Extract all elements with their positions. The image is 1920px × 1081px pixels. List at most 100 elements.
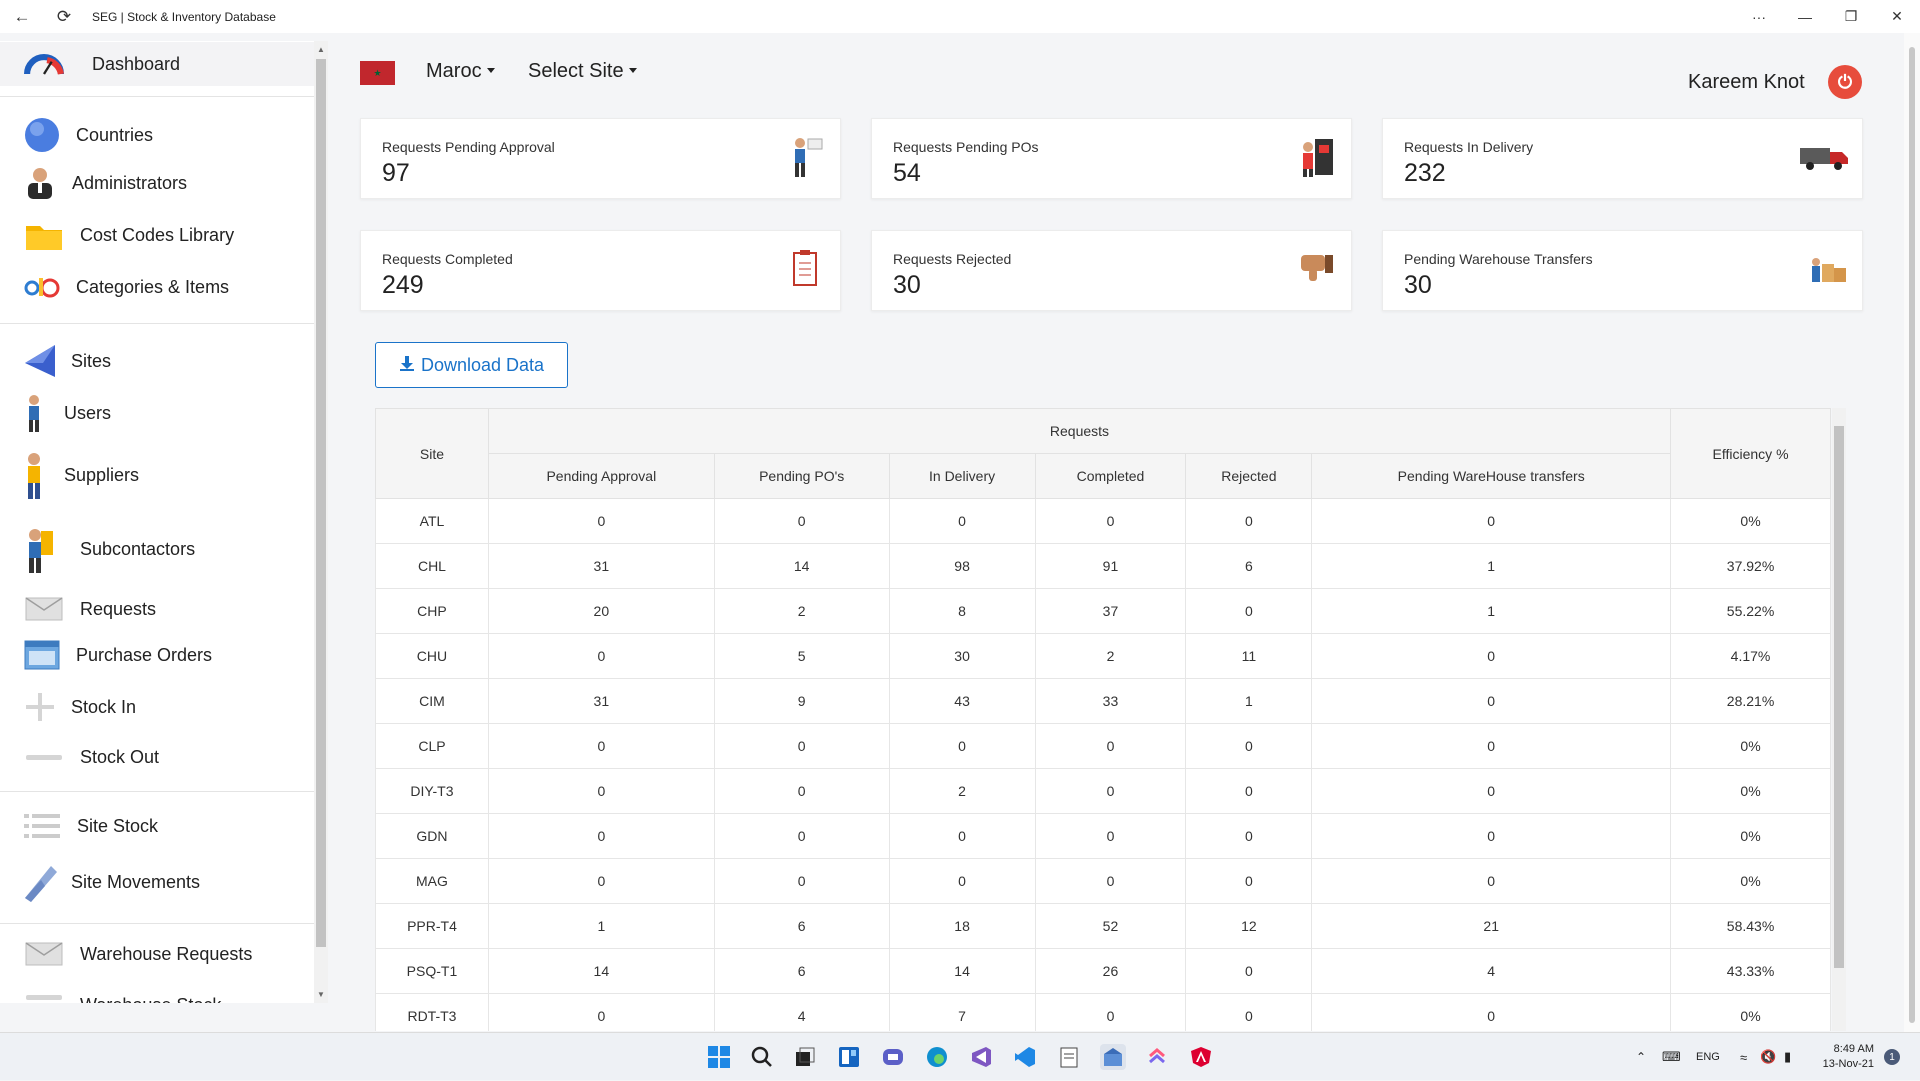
sidebar-item-site-movements[interactable]: Site Movements bbox=[0, 859, 314, 905]
card-rejected[interactable]: Requests Rejected 30 bbox=[871, 230, 1352, 311]
notepad-icon[interactable] bbox=[1056, 1044, 1082, 1070]
card-label: Requests Completed bbox=[382, 251, 513, 267]
search-icon[interactable] bbox=[749, 1044, 775, 1070]
table-cell: 0 bbox=[1034, 498, 1187, 544]
table-row: DIY-T3 0 0 2 0 0 0 0% bbox=[375, 768, 1831, 814]
sidebar-item-label: Sites bbox=[71, 350, 112, 371]
clock[interactable]: 8:49 AM 13-Nov-21 bbox=[1812, 1042, 1874, 1072]
minimize-button[interactable]: — bbox=[1782, 0, 1828, 33]
table-cell: 0 bbox=[1311, 678, 1672, 724]
download-data-button[interactable]: Download Data bbox=[375, 342, 568, 388]
card-label: Requests In Delivery bbox=[1404, 139, 1534, 155]
table-cell: 4 bbox=[713, 993, 890, 1031]
sidebar-item-stock-in[interactable]: Stock In bbox=[0, 687, 314, 727]
angular-icon[interactable] bbox=[1188, 1044, 1214, 1070]
edge-browser-icon[interactable] bbox=[924, 1044, 950, 1070]
efficiency-cell: 37.92% bbox=[1670, 543, 1831, 589]
back-arrow-icon[interactable]: ← bbox=[12, 7, 32, 27]
table-row: CHU 0 5 30 2 11 0 4.17% bbox=[375, 633, 1831, 679]
more-options-button[interactable]: ··· bbox=[1736, 0, 1782, 33]
table-cell: 0 bbox=[1311, 498, 1672, 544]
language-indicator[interactable]: ENG bbox=[1696, 1051, 1720, 1063]
table-cell: 0 bbox=[487, 858, 715, 904]
table-cell: 2 bbox=[713, 588, 890, 634]
volume-mute-icon[interactable]: 🔇 bbox=[1760, 1049, 1776, 1065]
sidebar-item-warehouse-stock[interactable]: Warehouse Stock bbox=[0, 981, 314, 1003]
table-cell: 37 bbox=[1034, 588, 1187, 634]
wifi-icon[interactable]: ≈ bbox=[1740, 1050, 1747, 1065]
truck-icon bbox=[1798, 135, 1850, 179]
country-dropdown[interactable]: Maroc bbox=[426, 60, 495, 83]
active-app-icon[interactable] bbox=[1100, 1044, 1126, 1070]
table-scrollbar[interactable] bbox=[1832, 408, 1846, 1031]
task-view-icon[interactable] bbox=[792, 1044, 818, 1070]
sidebar-item-cost-codes[interactable]: Cost Codes Library bbox=[0, 215, 314, 255]
sidebar-item-warehouse-requests[interactable]: Warehouse Requests bbox=[0, 934, 314, 974]
vscode-icon[interactable] bbox=[1012, 1044, 1038, 1070]
card-in-delivery[interactable]: Requests In Delivery 232 bbox=[1382, 118, 1863, 199]
sidebar-item-stock-out[interactable]: Stock Out bbox=[0, 737, 314, 777]
supplier-icon bbox=[14, 451, 54, 501]
sidebar-item-dashboard[interactable]: Dashboard bbox=[0, 42, 314, 86]
table-cell: 0 bbox=[713, 723, 890, 769]
table-cell: 0 bbox=[1185, 498, 1313, 544]
sidebar-item-administrators[interactable]: Administrators bbox=[0, 163, 314, 203]
movement-icon bbox=[20, 862, 60, 902]
sidebar-item-label: Warehouse Requests bbox=[80, 943, 253, 964]
window-scrollbar[interactable] bbox=[1904, 33, 1920, 1033]
chevron-up-icon[interactable]: ⌃ bbox=[1636, 1050, 1646, 1064]
sidebar-item-suppliers[interactable]: Suppliers bbox=[0, 447, 314, 503]
download-icon bbox=[399, 355, 415, 376]
minus-icon bbox=[24, 977, 64, 1003]
site-dropdown[interactable]: Select Site bbox=[528, 60, 637, 83]
table-cell: 0 bbox=[713, 498, 890, 544]
column-header: Rejected bbox=[1185, 453, 1313, 499]
keyboard-icon[interactable]: ⌨ bbox=[1662, 1049, 1681, 1065]
scrollbar-thumb[interactable] bbox=[1909, 47, 1915, 1023]
scrollbar-thumb[interactable] bbox=[1834, 426, 1844, 968]
close-button[interactable]: ✕ bbox=[1874, 0, 1920, 33]
column-header: Pending PO's bbox=[713, 453, 890, 499]
sidebar-item-sites[interactable]: Sites bbox=[0, 341, 314, 381]
teams-chat-icon[interactable] bbox=[880, 1044, 906, 1070]
folder-icon bbox=[24, 215, 64, 255]
boxes-icon bbox=[1806, 247, 1850, 291]
reload-icon[interactable]: ⟳ bbox=[54, 7, 74, 27]
power-icon[interactable]: ⏻ bbox=[1828, 65, 1862, 99]
sidebar-item-site-stock[interactable]: Site Stock bbox=[0, 806, 314, 846]
card-pending-approval[interactable]: Requests Pending Approval 97 bbox=[360, 118, 841, 199]
sidebar-item-label: Countries bbox=[76, 124, 154, 145]
efficiency-cell: 0% bbox=[1670, 498, 1831, 544]
visual-studio-icon[interactable] bbox=[968, 1044, 994, 1070]
sidebar-item-categories[interactable]: Categories & Items bbox=[0, 267, 314, 307]
battery-icon[interactable]: ▮ bbox=[1784, 1049, 1791, 1065]
efficiency-cell: 0% bbox=[1670, 813, 1831, 859]
scroll-down-arrow-icon[interactable]: ▼ bbox=[314, 990, 328, 999]
widgets-icon[interactable] bbox=[836, 1044, 862, 1070]
sidebar-item-countries[interactable]: Countries bbox=[0, 115, 314, 155]
card-completed[interactable]: Requests Completed 249 bbox=[360, 230, 841, 311]
sidebar-item-subcontractors[interactable]: Subcontactors bbox=[0, 521, 314, 577]
table-cell: 0 bbox=[1034, 768, 1187, 814]
scroll-up-arrow-icon[interactable]: ▲ bbox=[314, 45, 328, 54]
notification-badge[interactable]: 1 bbox=[1884, 1049, 1900, 1065]
efficiency-cell: 4.17% bbox=[1670, 633, 1831, 679]
table-cell: 33 bbox=[1034, 678, 1187, 724]
table-row: MAG 0 0 0 0 0 0 0% bbox=[375, 858, 1831, 904]
restore-button[interactable]: ❐ bbox=[1828, 0, 1874, 33]
sidebar-item-requests[interactable]: Requests bbox=[0, 589, 314, 629]
card-warehouse-transfers[interactable]: Pending Warehouse Transfers 30 bbox=[1382, 230, 1863, 311]
scrollbar-thumb[interactable] bbox=[316, 59, 326, 947]
time: 8:49 AM bbox=[1833, 1043, 1874, 1055]
windows-start-icon[interactable] bbox=[706, 1044, 732, 1070]
sidebar-item-purchase-orders[interactable]: Purchase Orders bbox=[0, 635, 314, 675]
sidebar-item-users[interactable]: Users bbox=[0, 391, 314, 435]
table-cell: 0 bbox=[888, 813, 1036, 859]
table-cell: 0 bbox=[487, 498, 715, 544]
efficiency-cell: 58.43% bbox=[1670, 903, 1831, 949]
sidebar-scrollbar[interactable]: ▲ ▼ bbox=[314, 41, 328, 1003]
card-pending-pos[interactable]: Requests Pending POs 54 bbox=[871, 118, 1352, 199]
table-row: RDT-T3 0 4 7 0 0 0 0% bbox=[375, 993, 1831, 1031]
clickup-icon[interactable] bbox=[1144, 1044, 1170, 1070]
table-cell: 0 bbox=[1034, 813, 1187, 859]
